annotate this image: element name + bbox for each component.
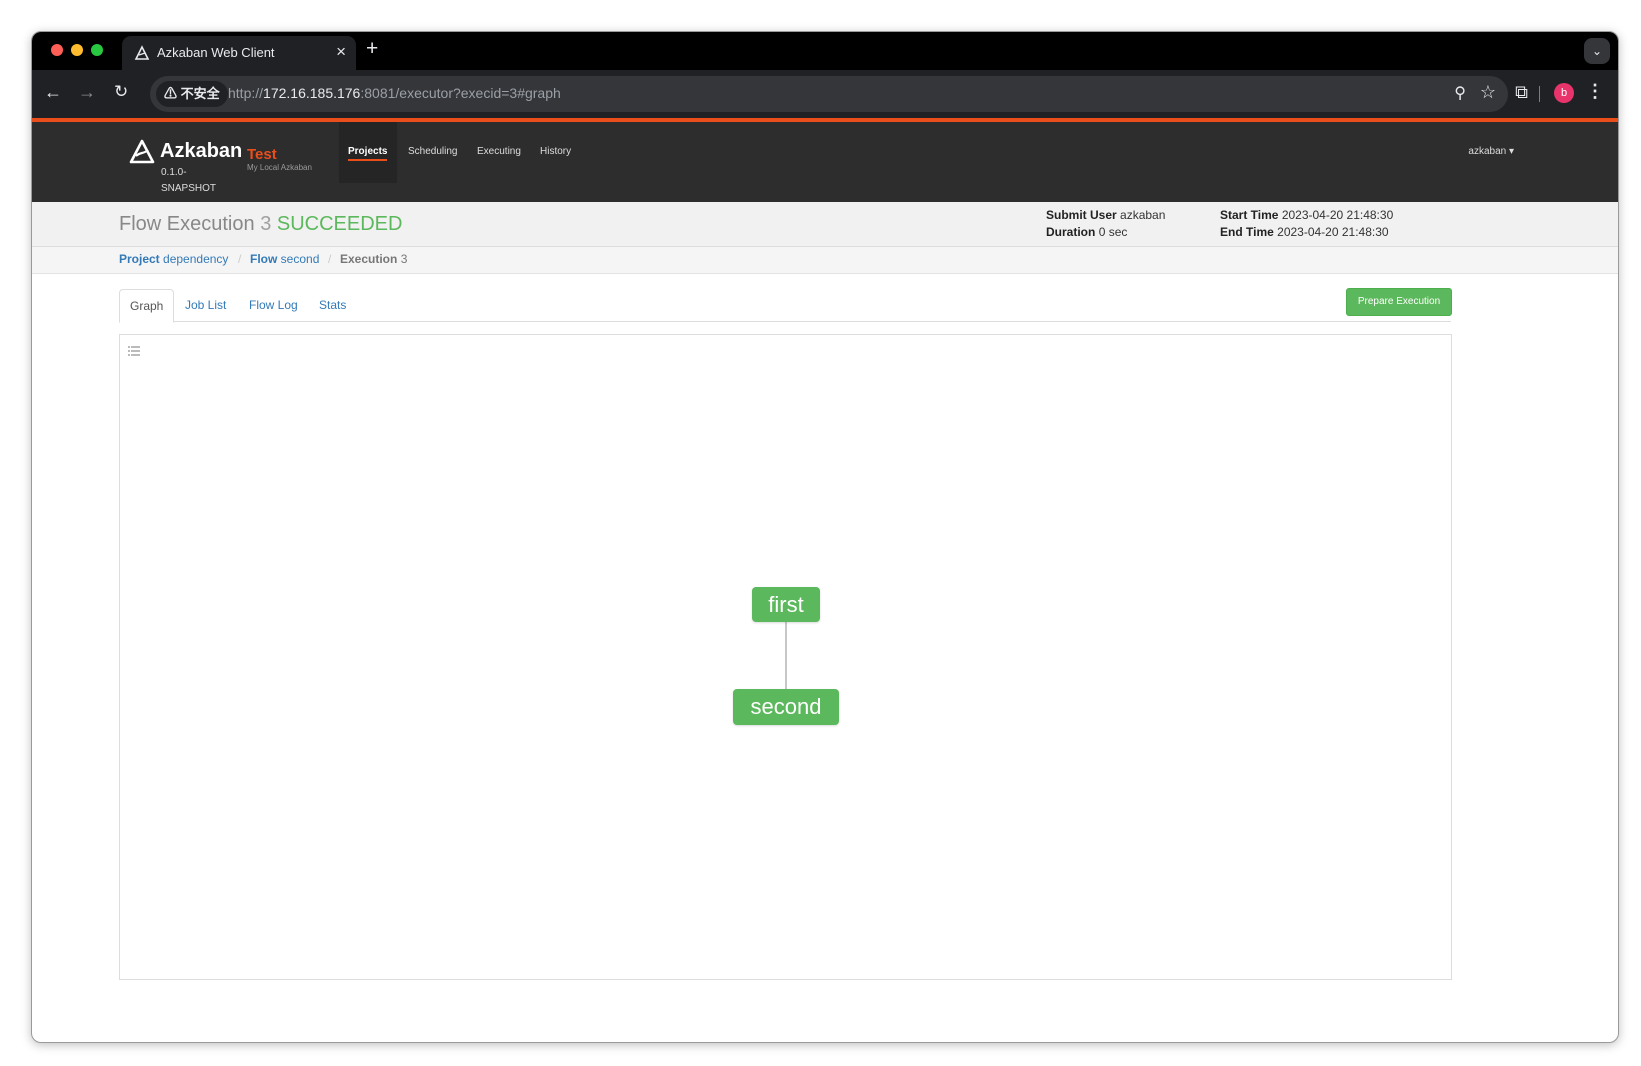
url-text[interactable]: http://172.16.185.176:8081/executor?exec…	[228, 85, 561, 101]
duration-value: 0 sec	[1098, 225, 1128, 239]
start-time-label: Start Time	[1220, 208, 1279, 222]
tab-flow-log[interactable]: Flow Log	[249, 289, 298, 321]
browser-window: Azkaban Web Client × + ⌄ ← → ↻ ⚠ 不安全 htt…	[31, 31, 1619, 1043]
toolbar-divider	[1539, 86, 1540, 102]
execution-id: 3	[260, 213, 272, 235]
environment-description: My Local Azkaban	[247, 163, 312, 172]
breadcrumb-execution-id: 3	[400, 252, 408, 266]
new-tab-button[interactable]: +	[366, 37, 378, 61]
page-title: Flow Execution 3 SUCCEEDED	[119, 213, 402, 236]
breadcrumb-project-label: Project	[119, 252, 160, 266]
minimize-window-button[interactable]	[71, 44, 83, 56]
tab-title: Azkaban Web Client	[157, 45, 275, 60]
browser-menu-icon[interactable]: ⋮	[1586, 81, 1604, 102]
graph-node-second[interactable]: second	[733, 689, 839, 725]
site-security-chip[interactable]: ⚠ 不安全	[156, 81, 228, 107]
flow-graph-panel[interactable]: first second	[119, 334, 1452, 980]
nav-projects[interactable]: Projects	[348, 146, 388, 161]
tab-strip: Azkaban Web Client × + ⌄	[32, 32, 1618, 70]
breadcrumb-project-name: dependency	[163, 252, 229, 266]
breadcrumb-separator: /	[238, 252, 242, 266]
nav-executing[interactable]: Executing	[477, 146, 521, 157]
tab-search-chevron-icon[interactable]: ⌄	[1584, 38, 1610, 64]
extensions-puzzle-icon[interactable]: ⧉	[1515, 82, 1528, 103]
end-time-label: End Time	[1220, 225, 1274, 239]
browser-tab[interactable]: Azkaban Web Client ×	[122, 36, 356, 70]
breadcrumb-execution: Execution 3	[340, 252, 407, 266]
start-time: Start Time 2023-04-20 21:48:30	[1220, 208, 1393, 222]
back-arrow-icon[interactable]: ←	[44, 82, 62, 103]
submit-user-value: azkaban	[1120, 208, 1166, 222]
brand-name[interactable]: Azkaban	[160, 140, 242, 163]
azkaban-logo-icon	[129, 139, 155, 164]
url-host: 172.16.185.176	[263, 85, 361, 101]
title-prefix: Flow Execution	[119, 213, 255, 235]
breadcrumb-execution-label: Execution	[340, 252, 398, 266]
zoom-icon[interactable]: ⚲	[1454, 83, 1466, 103]
browser-toolbar: ← → ↻ ⚠ 不安全 http://172.16.185.176:8081/e…	[32, 70, 1618, 118]
end-time-value: 2023-04-20 21:48:30	[1277, 225, 1389, 239]
brand-version: 0.1.0-SNAPSHOT	[161, 167, 217, 194]
prepare-execution-button[interactable]: Prepare Execution	[1346, 288, 1452, 316]
tab-stats[interactable]: Stats	[319, 289, 346, 321]
close-window-button[interactable]	[51, 44, 63, 56]
status-badge: SUCCEEDED	[276, 213, 403, 235]
submit-user: Submit User azkaban	[1046, 208, 1165, 222]
duration-label: Duration	[1046, 225, 1096, 239]
environment-name: Test	[247, 146, 277, 163]
tab-graph[interactable]: Graph	[119, 289, 175, 323]
url-path: :8081/executor?execid=3#graph	[360, 85, 561, 101]
end-time: End Time 2023-04-20 21:48:30	[1220, 225, 1389, 239]
profile-avatar[interactable]: b	[1554, 83, 1574, 103]
azkaban-navbar: Azkaban 0.1.0-SNAPSHOT Test My Local Azk…	[32, 118, 1618, 202]
graph-node-first[interactable]: first	[752, 587, 820, 622]
breadcrumb-flow[interactable]: Flow second	[250, 252, 319, 266]
nav-history[interactable]: History	[540, 146, 571, 157]
tab-close-icon[interactable]: ×	[336, 42, 346, 62]
address-bar[interactable]: ⚠ 不安全 http://172.16.185.176:8081/executo…	[150, 76, 1508, 112]
duration: Duration 0 sec	[1046, 225, 1127, 239]
submit-user-label: Submit User	[1046, 208, 1117, 222]
start-time-value: 2023-04-20 21:48:30	[1281, 208, 1394, 222]
url-scheme: http://	[228, 85, 264, 101]
breadcrumb: Project dependency / Flow second / Execu…	[32, 247, 1618, 274]
breadcrumb-separator: /	[328, 252, 332, 266]
tab-job-list[interactable]: Job List	[185, 289, 226, 321]
azkaban-favicon-icon	[134, 45, 150, 60]
tabs-divider	[119, 321, 1451, 322]
breadcrumb-flow-label: Flow	[250, 252, 278, 266]
breadcrumb-flow-name: second	[280, 252, 320, 266]
graph-edge-first-second	[785, 622, 787, 689]
flow-execution-header: Flow Execution 3 SUCCEEDED Submit User a…	[32, 202, 1618, 247]
nav-scheduling[interactable]: Scheduling	[408, 146, 457, 157]
maximize-window-button[interactable]	[91, 44, 103, 56]
bookmark-star-icon[interactable]: ☆	[1480, 82, 1496, 103]
reload-icon[interactable]: ↻	[114, 82, 128, 102]
user-menu-dropdown[interactable]: azkaban ▾	[1468, 146, 1514, 157]
forward-arrow-icon[interactable]: →	[78, 82, 96, 103]
breadcrumb-project[interactable]: Project dependency	[119, 252, 228, 266]
